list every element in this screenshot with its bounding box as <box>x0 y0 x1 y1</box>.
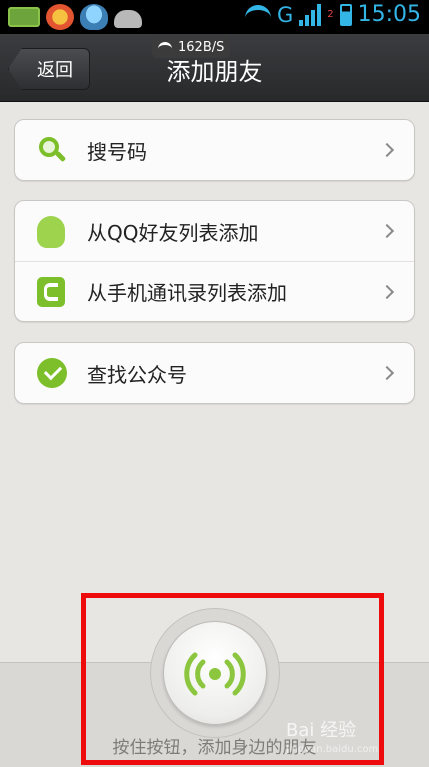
wifi-icon <box>244 4 271 25</box>
signal-icon <box>299 3 322 26</box>
add-from-qq-item[interactable]: 从QQ好友列表添加 <box>15 201 414 261</box>
wifi-mini-icon <box>158 42 172 52</box>
notification-icons <box>8 4 142 30</box>
chevron-right-icon <box>379 365 395 381</box>
chevron-right-icon <box>379 142 395 158</box>
find-public-account-label: 查找公众号 <box>87 362 187 387</box>
battery-monitor-icon <box>8 7 40 27</box>
phone-contact-icon <box>37 276 65 307</box>
search-number-item[interactable]: 搜号码 <box>15 120 414 180</box>
qq-icon <box>37 216 65 248</box>
import-group: 从QQ好友列表添加 从手机通讯录列表添加 <box>14 200 415 322</box>
chevron-right-icon <box>379 223 395 239</box>
android-icon <box>114 10 142 28</box>
search-group: 搜号码 <box>14 119 415 181</box>
watermark-url: jingyan.baidu.com <box>286 744 379 755</box>
watermark-brand: Bai 经验 <box>286 720 357 741</box>
clock: 15:05 <box>357 2 421 27</box>
search-number-label: 搜号码 <box>87 139 147 164</box>
net-speed-indicator: 162B/S <box>152 36 231 58</box>
game-notification-icon <box>46 4 74 30</box>
baidu-watermark: Bai 经验 jingyan.baidu.com <box>286 716 426 760</box>
chevron-right-icon <box>379 284 395 299</box>
status-bar: G 2 15:05 <box>0 0 429 34</box>
check-circle-icon <box>37 358 67 388</box>
battery-icon <box>339 3 352 26</box>
add-from-contacts-item[interactable]: 从手机通讯录列表添加 <box>15 261 414 321</box>
add-from-qq-label: 从QQ好友列表添加 <box>87 220 259 245</box>
sim-index: 2 <box>327 9 334 20</box>
search-icon <box>37 135 67 165</box>
add-from-contacts-label: 从手机通讯录列表添加 <box>87 281 287 305</box>
find-public-account-item[interactable]: 查找公众号 <box>15 343 414 403</box>
qq-notification-icon <box>80 4 108 30</box>
network-type: G <box>276 2 294 27</box>
net-speed-text: 162B/S <box>178 39 225 55</box>
public-account-group: 查找公众号 <box>14 342 415 404</box>
system-icons: G 2 15:05 <box>244 2 421 27</box>
